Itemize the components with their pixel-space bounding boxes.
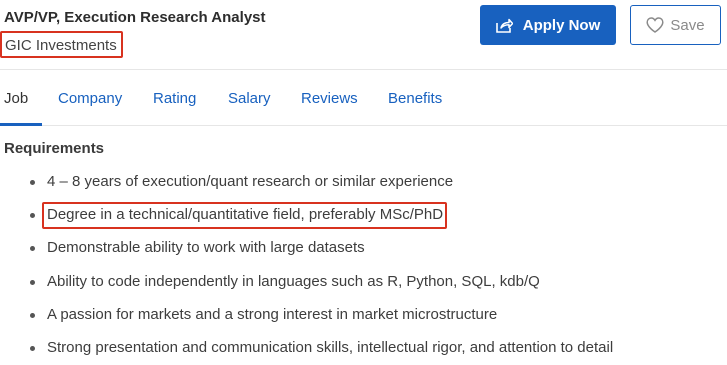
bullet-dot (30, 213, 35, 218)
tab-company[interactable]: Company (58, 90, 122, 107)
bullet-dot (30, 280, 35, 285)
tab-reviews[interactable]: Reviews (301, 90, 358, 107)
bullet-dot (30, 346, 35, 351)
requirement-item: A passion for markets and a strong inter… (47, 306, 498, 323)
share-arrow-icon (495, 18, 513, 33)
active-tab-indicator (0, 123, 42, 126)
save-button[interactable]: Save (630, 5, 721, 45)
job-title: AVP/VP, Execution Research Analyst (4, 9, 266, 26)
requirement-item: Demonstrable ability to work with large … (47, 239, 365, 256)
save-label: Save (670, 16, 705, 34)
tab-rating[interactable]: Rating (153, 90, 196, 107)
requirements-heading: Requirements (4, 140, 105, 157)
bullet-dot (30, 180, 35, 185)
company-name[interactable]: GIC Investments (0, 31, 123, 58)
bullet-dot (30, 313, 35, 318)
tab-salary[interactable]: Salary (228, 90, 271, 107)
apply-now-label: Apply Now (522, 16, 601, 34)
tab-benefits[interactable]: Benefits (388, 90, 442, 107)
requirement-item: 4 – 8 years of execution/quant research … (47, 173, 454, 190)
bullet-dot (30, 246, 35, 251)
apply-now-button[interactable]: Apply Now (480, 5, 616, 45)
tab-job[interactable]: Job (4, 90, 28, 107)
requirement-highlight-box (42, 202, 447, 229)
requirement-item: Strong presentation and communication sk… (47, 339, 614, 356)
tab-bar: Job Company Rating Salary Reviews Benefi… (0, 71, 727, 126)
heart-outline-icon (646, 17, 664, 33)
requirement-item: Ability to code independently in languag… (47, 273, 540, 290)
job-header: AVP/VP, Execution Research Analyst GIC I… (0, 0, 727, 70)
